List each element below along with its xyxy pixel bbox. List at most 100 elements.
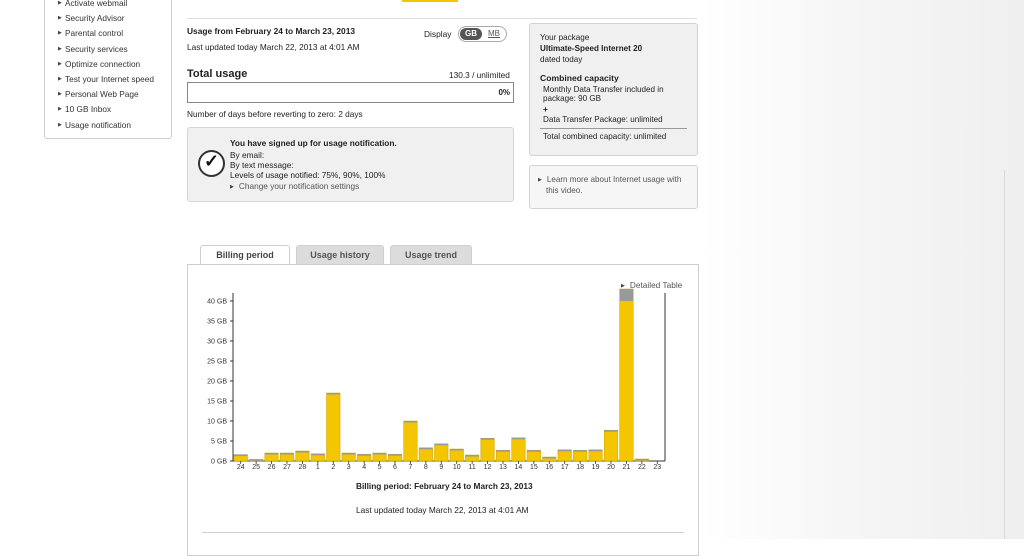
bar-top: [295, 451, 310, 453]
bar: [434, 443, 449, 462]
bar-top: [557, 449, 572, 452]
sidebar-item-label[interactable]: Optimize connection: [65, 59, 140, 69]
chart-bottom-divider: [202, 532, 684, 533]
usage-progress-bar: 0%: [187, 82, 514, 103]
sidebar-item[interactable]: ▶ 10 GB Inbox: [45, 102, 171, 117]
x-tick-label: 11: [469, 464, 476, 471]
bar-top: [449, 449, 464, 451]
tab-usage-history[interactable]: Usage history: [296, 245, 384, 265]
x-tick-label: 23: [653, 464, 661, 471]
package-dated: dated today: [540, 55, 583, 64]
learn-more-label[interactable]: Learn more about Internet usage with: [547, 175, 682, 184]
bar-top: [573, 450, 587, 452]
arrow-right-icon: ▶: [58, 60, 62, 67]
x-tick-label: 28: [299, 464, 307, 471]
bar: [588, 449, 603, 462]
arrow-right-icon: ▶: [58, 75, 62, 82]
arrow-right-icon: ▶: [58, 0, 62, 6]
sidebar-item-label[interactable]: 10 GB Inbox: [65, 104, 111, 114]
plus-sign: +: [543, 104, 548, 114]
change-notification-link[interactable]: ▶ Change your notification settings: [230, 181, 359, 191]
total-capacity-line: Total combined capacity: unlimited: [543, 132, 667, 141]
bar-top: [326, 393, 341, 395]
sidebar-item[interactable]: ▶ Optimize connection: [45, 57, 171, 72]
unit-gb-option[interactable]: GB: [460, 28, 482, 40]
display-label: Display: [424, 29, 452, 39]
x-tick-label: 20: [607, 464, 615, 471]
sidebar-item-label[interactable]: Activate webmail: [65, 0, 127, 8]
chart-last-updated: Last updated today March 22, 2013 at 4:0…: [356, 505, 529, 515]
usage-range-title: Usage from February 24 to March 23, 2013: [187, 26, 356, 36]
sidebar-item-label[interactable]: Test your Internet speed: [65, 74, 154, 84]
sidebar-item[interactable]: ▶ Test your Internet speed: [45, 72, 171, 87]
sidebar-item[interactable]: ▶ Parental control: [45, 26, 171, 41]
x-tick-label: 25: [252, 464, 260, 471]
bar: [495, 449, 511, 462]
unit-mb-option[interactable]: MB: [485, 28, 503, 40]
y-tick-label: 15 GB: [207, 399, 227, 406]
arrow-right-icon: ▶: [58, 45, 62, 52]
sidebar-menu: ▶ Activate webmail ▶ Security Advisor ▶ Paren…: [44, 0, 172, 139]
notification-box: ✓ You have signed up for usage notificat…: [187, 127, 514, 202]
x-tick-label: 15: [530, 464, 538, 471]
sidebar-item[interactable]: ▶ Personal Web Page: [45, 87, 171, 102]
x-tick-label: 22: [638, 464, 646, 471]
bar: [480, 437, 495, 462]
bar-top: [280, 453, 294, 455]
y-tick-label: 35 GB: [207, 319, 227, 326]
sidebar-item-label[interactable]: Personal Web Page: [65, 89, 139, 99]
x-tick-label: 14: [515, 464, 523, 471]
bar: [603, 429, 619, 462]
active-nav-indicator: [402, 0, 458, 2]
bar: [449, 448, 464, 462]
y-tick-label: 25 GB: [207, 359, 227, 366]
x-tick-label: 13: [499, 464, 507, 471]
y-tick-label: 20 GB: [207, 379, 227, 386]
bar: [557, 449, 572, 462]
bar: [403, 420, 418, 462]
total-usage-value: 130.3 / unlimited: [449, 70, 510, 80]
bar-top: [372, 453, 387, 455]
bar-top: [341, 453, 356, 455]
bar-top: [233, 454, 248, 457]
arrow-right-icon: ▶: [58, 91, 62, 98]
sidebar-item-label[interactable]: Usage notification: [65, 120, 131, 130]
learn-more-box[interactable]: ▶ Learn more about Internet usage with th…: [529, 165, 698, 209]
arrow-right-icon: ▶: [230, 184, 234, 190]
package-separator: [540, 128, 687, 129]
bar: [511, 437, 526, 462]
x-tick-label: 21: [623, 464, 631, 471]
notification-text-message: By text message:: [230, 160, 294, 170]
sidebar-item-label[interactable]: Parental control: [65, 28, 123, 38]
unit-toggle[interactable]: GB MB: [458, 26, 507, 42]
checkmark-icon: ✓: [198, 150, 225, 177]
bar: [526, 449, 541, 462]
learn-more-link-line1[interactable]: ▶ Learn more about Internet usage with: [538, 175, 681, 184]
bar-top: [635, 459, 649, 461]
sidebar-item[interactable]: ▶ Security Advisor: [45, 11, 171, 26]
change-notification-label[interactable]: Change your notification settings: [239, 181, 359, 191]
sidebar-item-label[interactable]: Security Advisor: [65, 13, 124, 23]
bar-top: [604, 430, 618, 432]
arrow-right-icon: ▶: [58, 30, 62, 37]
sidebar-item[interactable]: ▶ Security services: [45, 42, 171, 57]
sidebar-item-label[interactable]: Security services: [65, 44, 128, 54]
sidebar-item[interactable]: ▶ Usage notification: [45, 118, 171, 133]
x-tick-label: 9: [439, 464, 443, 471]
x-tick-label: 2: [331, 464, 335, 471]
combined-capacity-title: Combined capacity: [540, 73, 619, 83]
y-tick-label: 40 GB: [207, 299, 227, 306]
scrollbar-track: [1004, 170, 1005, 539]
x-tick-label: 10: [453, 464, 461, 471]
arrow-right-icon: ▶: [58, 106, 62, 113]
chart-period-label: Billing period: February 24 to March 23,…: [356, 481, 533, 491]
bar-top: [403, 421, 418, 423]
x-tick-label: 1: [316, 464, 320, 471]
tab-usage-trend[interactable]: Usage trend: [390, 245, 472, 265]
learn-more-link-line2[interactable]: this video.: [546, 186, 582, 195]
bar-top: [542, 457, 557, 459]
sidebar-item[interactable]: ▶ Activate webmail: [45, 0, 171, 11]
package-name: Ultimate-Speed Internet 20: [540, 44, 643, 53]
bar-top: [249, 459, 263, 461]
chart-panel: ▶ Detailed Table 0 GB 5 GB 10 GB 15 GB 20 GB 2…: [187, 264, 699, 556]
